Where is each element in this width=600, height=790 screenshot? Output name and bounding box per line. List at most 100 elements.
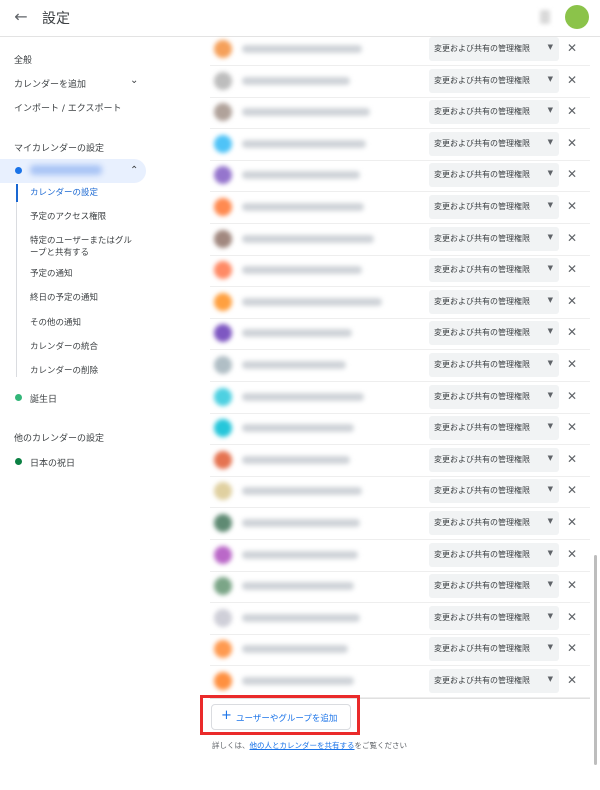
- permission-select[interactable]: 変更および共有の管理権限 ▼: [429, 321, 559, 346]
- remove-user-icon[interactable]: ✕: [567, 136, 577, 150]
- permission-select[interactable]: 変更および共有の管理権限 ▼: [429, 353, 559, 377]
- permission-select[interactable]: 変更および共有の管理権限 ▼: [429, 37, 559, 61]
- dropdown-caret-icon: ▼: [547, 232, 553, 241]
- share-row: 変更および共有の管理権限 ▼ ✕: [200, 382, 590, 414]
- remove-user-icon[interactable]: ✕: [567, 578, 577, 592]
- sidebar-sub-share-with-people[interactable]: 特定のユーザーまたはグループと共有する: [30, 235, 140, 259]
- permission-select[interactable]: 変更および共有の管理権限 ▼: [429, 542, 559, 567]
- remove-user-icon[interactable]: ✕: [567, 73, 577, 87]
- dropdown-caret-icon: ▼: [547, 201, 553, 209]
- sidebar-sub-remove-calendar[interactable]: カレンダーの削除: [30, 365, 98, 377]
- dropdown-caret-icon: ▼: [547, 517, 553, 525]
- remove-user-icon[interactable]: ✕: [567, 357, 577, 371]
- permission-label: 変更および共有の管理権限: [434, 518, 530, 527]
- remove-user-icon[interactable]: ✕: [567, 294, 577, 308]
- permission-label: 変更および共有の管理権限: [434, 549, 530, 559]
- permission-select[interactable]: 変更および共有の管理権限 ▼: [429, 637, 559, 662]
- chevron-down-icon[interactable]: ⌄: [130, 75, 138, 86]
- dropdown-caret-icon: ▼: [547, 264, 553, 273]
- permission-select[interactable]: 変更および共有の管理権限 ▼: [429, 68, 559, 93]
- remove-user-icon[interactable]: ✕: [567, 262, 577, 276]
- sidebar-item-japan-holidays[interactable]: 日本の祝日: [30, 456, 75, 469]
- dropdown-caret-icon: ▼: [547, 43, 553, 51]
- remove-user-icon[interactable]: ✕: [567, 325, 577, 339]
- account-avatar[interactable]: [565, 5, 589, 29]
- share-row: 変更および共有の管理権限 ▼ ✕: [200, 603, 590, 635]
- user-email-redacted: [242, 677, 354, 685]
- sidebar-sub-other-notifications[interactable]: その他の通知: [30, 317, 81, 329]
- user-email-redacted: [242, 139, 366, 148]
- remove-user-icon[interactable]: ✕: [567, 547, 577, 561]
- remove-user-icon[interactable]: ✕: [567, 483, 577, 497]
- share-row: 変更および共有の管理権限 ▼ ✕: [200, 634, 590, 667]
- permission-select[interactable]: 変更および共有の管理権限 ▼: [429, 574, 559, 599]
- user-email-redacted: [242, 108, 370, 117]
- dropdown-caret-icon: ▼: [547, 580, 553, 589]
- permission-select[interactable]: 変更および共有の管理権限 ▼: [429, 384, 559, 409]
- user-avatar: [214, 356, 232, 374]
- permission-label: 変更および共有の管理権限: [434, 644, 530, 654]
- permission-select[interactable]: 変更および共有の管理権限 ▼: [429, 479, 559, 504]
- permission-select[interactable]: 変更および共有の管理権限 ▼: [429, 131, 559, 156]
- sidebar-sub-access-permissions[interactable]: 予定のアクセス権限: [30, 211, 106, 223]
- sidebar-sub-event-notifications[interactable]: 予定の通知: [30, 268, 73, 280]
- highlight-box: [200, 695, 360, 735]
- remove-user-icon[interactable]: ✕: [567, 389, 577, 403]
- permission-select[interactable]: 変更および共有の管理権限 ▼: [429, 195, 559, 219]
- permission-label: 変更および共有の管理権限: [434, 391, 530, 401]
- scrollbar[interactable]: [594, 555, 597, 765]
- share-row: 変更および共有の管理権限 ▼ ✕: [200, 97, 590, 130]
- user-email-redacted: [242, 455, 350, 464]
- remove-user-icon[interactable]: ✕: [567, 673, 577, 687]
- permission-label: 変更および共有の管理権限: [434, 360, 530, 369]
- user-avatar: [214, 387, 232, 406]
- permission-select[interactable]: 変更および共有の管理権限 ▼: [429, 447, 559, 472]
- birthday-color-dot: [15, 394, 22, 401]
- share-row: 変更および共有の管理権限 ▼ ✕: [200, 413, 590, 446]
- chevron-up-icon[interactable]: ⌃: [130, 165, 138, 176]
- permission-select[interactable]: 変更および共有の管理権限 ▼: [429, 605, 559, 630]
- remove-user-icon[interactable]: ✕: [567, 167, 577, 181]
- permission-select[interactable]: 変更および共有の管理権限 ▼: [429, 258, 559, 283]
- user-email-redacted: [242, 203, 364, 211]
- remove-user-icon[interactable]: ✕: [567, 515, 577, 529]
- permission-select[interactable]: 変更および共有の管理権限 ▼: [429, 100, 559, 125]
- sidebar-item-general[interactable]: 全般: [14, 53, 32, 66]
- user-email-redacted: [242, 266, 362, 275]
- remove-user-icon[interactable]: ✕: [567, 41, 577, 55]
- dropdown-caret-icon: ▼: [547, 327, 553, 336]
- permission-label: 変更および共有の管理権限: [434, 202, 530, 211]
- remove-user-icon[interactable]: ✕: [567, 231, 577, 245]
- remove-user-icon[interactable]: ✕: [567, 104, 577, 118]
- user-avatar: [214, 103, 232, 122]
- permission-select[interactable]: 変更および共有の管理権限 ▼: [429, 416, 559, 441]
- dropdown-caret-icon: ▼: [547, 295, 553, 304]
- permission-select[interactable]: 変更および共有の管理権限 ▼: [429, 163, 559, 188]
- share-row: 変更および共有の管理権限 ▼ ✕: [200, 66, 590, 98]
- apps-icon[interactable]: [540, 10, 550, 24]
- help-link[interactable]: 他の人とカレンダーを共有する: [250, 741, 355, 750]
- sidebar-item-birthdays[interactable]: 誕生日: [30, 392, 57, 405]
- user-avatar: [214, 640, 232, 659]
- remove-user-icon[interactable]: ✕: [567, 420, 577, 434]
- permission-select[interactable]: 変更および共有の管理権限 ▼: [429, 289, 559, 314]
- user-avatar: [214, 324, 232, 343]
- permission-label: 変更および共有の管理権限: [434, 423, 530, 433]
- permission-select[interactable]: 変更および共有の管理権限 ▼: [429, 669, 559, 693]
- sidebar-sub-integrate-calendar[interactable]: カレンダーの統合: [30, 341, 98, 353]
- sidebar-item-import-export[interactable]: インポート / エクスポート: [14, 101, 122, 114]
- remove-user-icon[interactable]: ✕: [567, 610, 577, 624]
- remove-user-icon[interactable]: ✕: [567, 641, 577, 655]
- back-arrow-icon[interactable]: ←: [10, 6, 32, 28]
- share-row: 変更および共有の管理権限 ▼ ✕: [200, 350, 590, 382]
- permission-select[interactable]: 変更および共有の管理権限 ▼: [429, 226, 559, 251]
- permission-select[interactable]: 変更および共有の管理権限 ▼: [429, 511, 559, 535]
- sidebar-sub-allday-notifications[interactable]: 終日の予定の通知: [30, 292, 98, 304]
- remove-user-icon[interactable]: ✕: [567, 199, 577, 213]
- remove-user-icon[interactable]: ✕: [567, 452, 577, 466]
- dropdown-caret-icon: ▼: [547, 137, 553, 146]
- permission-label: 変更および共有の管理権限: [434, 676, 530, 685]
- share-row: 変更および共有の管理権限 ▼ ✕: [200, 287, 590, 319]
- sidebar-item-add-calendar[interactable]: カレンダーを追加: [14, 77, 86, 90]
- sidebar-sub-calendar-settings[interactable]: カレンダーの設定: [30, 187, 98, 199]
